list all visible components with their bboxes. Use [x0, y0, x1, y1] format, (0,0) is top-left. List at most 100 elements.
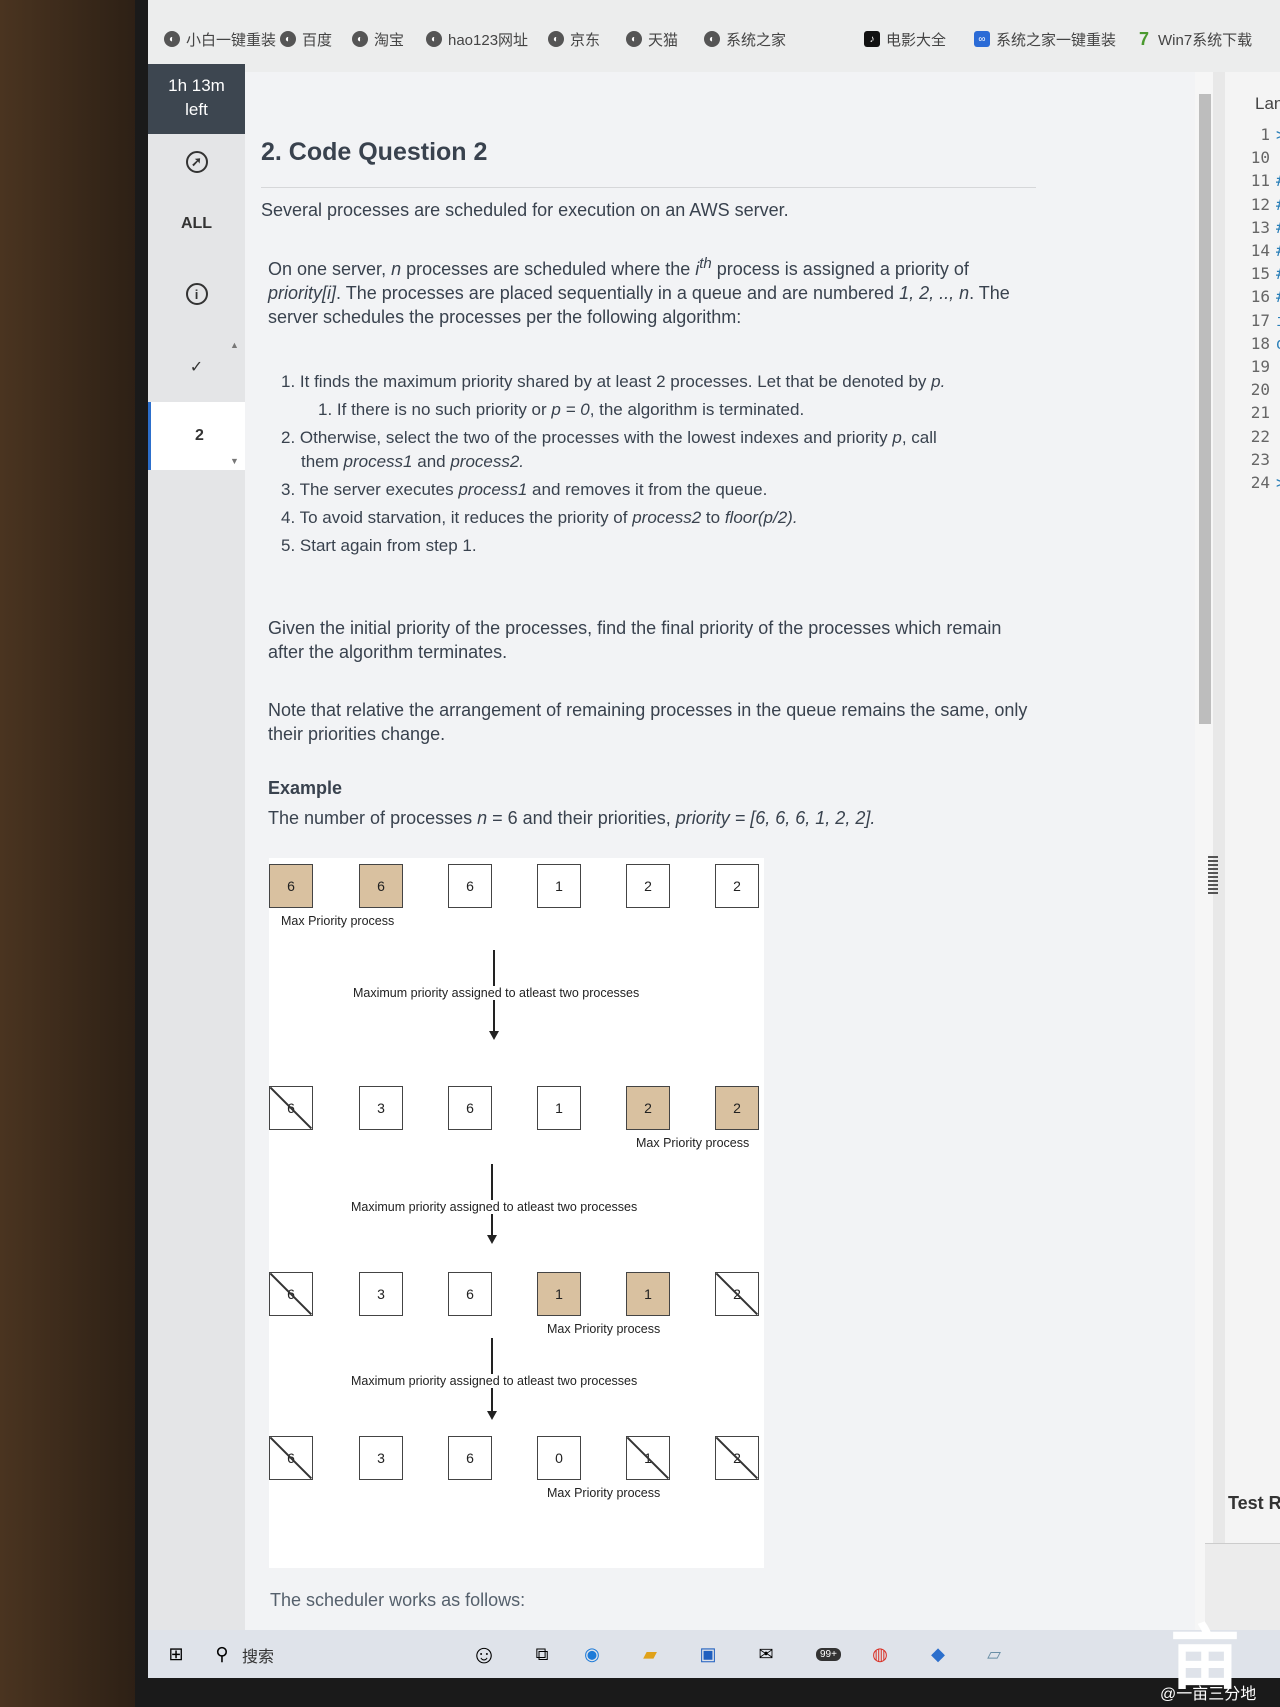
task-view-icon[interactable]: ⧉: [528, 1640, 556, 1668]
text: 2. Otherwise, select the two of the proc…: [281, 428, 893, 447]
code-line[interactable]: 15 #: [1248, 264, 1280, 283]
process-box: 2: [626, 864, 670, 908]
question-title: 2. Code Question 2: [261, 138, 488, 166]
code-line[interactable]: 22: [1248, 427, 1280, 446]
code-text: #: [1276, 171, 1280, 190]
bookmark-label: 淘宝: [374, 31, 405, 49]
text: processes are scheduled where the: [401, 259, 696, 279]
example-text: The number of processes n = 6 and their …: [268, 806, 1028, 830]
windows-start-icon[interactable]: ⊞: [162, 1640, 190, 1668]
globe-icon: ◐: [704, 31, 720, 47]
widget-figure-icon[interactable]: ☺: [470, 1639, 498, 1669]
step-1-1: 1. If there is no such priority or p = 0…: [318, 398, 804, 422]
text: and removes it from the queue.: [527, 480, 768, 499]
bookmark-6[interactable]: ◐ 天猫: [626, 28, 678, 50]
bookmark-1[interactable]: ◐ 小白一键重装: [164, 28, 276, 50]
notepad-icon[interactable]: ▱: [980, 1640, 1008, 1668]
test-results-tab[interactable]: Test Result: [1228, 1493, 1280, 1514]
process-box: 1: [626, 1436, 670, 1480]
note-text: Note that relative the arrangement of re…: [268, 700, 1028, 744]
bookmark-label: 京东: [570, 31, 601, 49]
line-number: 17: [1250, 311, 1270, 330]
code-line[interactable]: 1 > #!: [1248, 125, 1280, 144]
step-5: 5. Start again from step 1.: [281, 536, 477, 555]
bookmark-8[interactable]: ♪ 电影大全: [864, 28, 946, 50]
bookmark-label: hao123网址: [448, 31, 529, 49]
code-text: #: [1276, 218, 1280, 237]
bookmark-9[interactable]: ∞ 系统之家一键重装: [974, 28, 1116, 50]
nav-info-button[interactable]: i: [148, 264, 245, 324]
code-line[interactable]: 13 #: [1248, 218, 1280, 237]
code-line[interactable]: 20: [1248, 380, 1280, 399]
text: . The processes are placed sequentially …: [336, 283, 900, 303]
code-line[interactable]: 16 #: [1248, 287, 1280, 306]
globe-icon: ◐: [426, 31, 442, 47]
line-number: 14: [1250, 241, 1270, 260]
search-icon[interactable]: ⚲: [208, 1640, 236, 1668]
process-box: 6: [448, 1272, 492, 1316]
nav-question-number: 2: [195, 427, 204, 444]
code-line[interactable]: 21: [1248, 403, 1280, 422]
nav-all-button[interactable]: ALL: [148, 194, 245, 254]
title-divider: [261, 187, 1036, 188]
code-line[interactable]: 12 #: [1248, 195, 1280, 214]
scrollbar-thumb[interactable]: [1199, 94, 1211, 724]
bookmark-10[interactable]: 7 Win7系统下载: [1136, 28, 1252, 50]
splitter-grip-icon[interactable]: [1208, 856, 1218, 896]
bookmarks-bar: ◐ 小白一键重装 ◐ 百度 ◐ 淘宝 ◐ hao123网址 ◐ 京东 ◐ 天猫 ◐ 系统之家 …: [148, 0, 1280, 73]
mail-icon[interactable]: ✉: [752, 1640, 780, 1668]
nav-pointer-button[interactable]: ➚: [148, 134, 245, 190]
nav-scroll-up-icon[interactable]: ▲: [230, 340, 239, 350]
pane-splitter[interactable]: [1213, 72, 1225, 1630]
code-line[interactable]: 14 #: [1248, 241, 1280, 260]
language-selector[interactable]: Language: [1255, 94, 1280, 114]
content-scrollbar[interactable]: [1195, 72, 1213, 1630]
process-box: 1: [537, 864, 581, 908]
code-line[interactable]: 11 #: [1248, 171, 1280, 190]
store-icon[interactable]: ▣: [694, 1640, 722, 1668]
globe-icon: ◐: [548, 31, 564, 47]
code-text: imp: [1276, 311, 1280, 330]
bookmark-4[interactable]: ◐ hao123网址: [426, 28, 528, 50]
code-text: > if: [1276, 473, 1280, 492]
text: process2: [632, 508, 702, 527]
step-3: 3. The server executes process1 and remo…: [281, 478, 767, 502]
step-2-cont: them process1 and process2.: [301, 450, 524, 474]
process-box: 6: [269, 1436, 313, 1480]
code-line[interactable]: 10: [1248, 148, 1280, 167]
text: and: [412, 452, 451, 471]
code-text: #: [1276, 287, 1280, 306]
watermark-text: @一亩三分地: [1160, 1686, 1257, 1703]
code-line[interactable]: 23: [1248, 450, 1280, 469]
process-box: 1: [626, 1272, 670, 1316]
bookmark-label: 电影大全: [886, 31, 947, 49]
text: 1, 2, .., n: [899, 283, 970, 303]
process-box: 3: [359, 1436, 403, 1480]
file-explorer-icon[interactable]: ▰: [636, 1640, 664, 1668]
process-box: 6: [448, 1436, 492, 1480]
taskbar-search-label[interactable]: 搜索: [242, 1643, 274, 1667]
bookmark-5[interactable]: ◐ 京东: [548, 28, 600, 50]
process-box: 2: [715, 1272, 759, 1316]
code-line[interactable]: 19: [1248, 357, 1280, 376]
code-line[interactable]: 17 imp: [1248, 311, 1280, 330]
process-box: 3: [359, 1086, 403, 1130]
chrome-icon[interactable]: ◍: [866, 1640, 894, 1668]
notification-badge: 99+: [816, 1648, 841, 1661]
code-line[interactable]: 18 def: [1248, 334, 1280, 353]
bookmark-2[interactable]: ◐ 百度: [280, 28, 332, 50]
scheduler-text: The scheduler works as follows:: [270, 1590, 526, 1610]
screen: ◐ 小白一键重装 ◐ 百度 ◐ 淘宝 ◐ hao123网址 ◐ 京东 ◐ 天猫 ◐ 系统之家 …: [148, 0, 1280, 1630]
app-icon[interactable]: ◆: [924, 1640, 952, 1668]
max-priority-label: Max Priority process: [547, 1486, 661, 1500]
nav-scroll-down-icon[interactable]: ▼: [230, 456, 239, 466]
text: process1: [343, 452, 413, 471]
bookmark-7[interactable]: ◐ 系统之家: [704, 28, 786, 50]
max-priority-label: Max Priority process: [281, 914, 395, 928]
step-1: 1. It finds the maximum priority shared …: [281, 370, 945, 394]
code-line[interactable]: 24 > if: [1248, 473, 1280, 492]
edge-browser-icon[interactable]: ◉: [578, 1640, 606, 1668]
line-number: 11: [1250, 171, 1270, 190]
app-icon: ∞: [974, 31, 990, 47]
bookmark-3[interactable]: ◐ 淘宝: [352, 28, 404, 50]
